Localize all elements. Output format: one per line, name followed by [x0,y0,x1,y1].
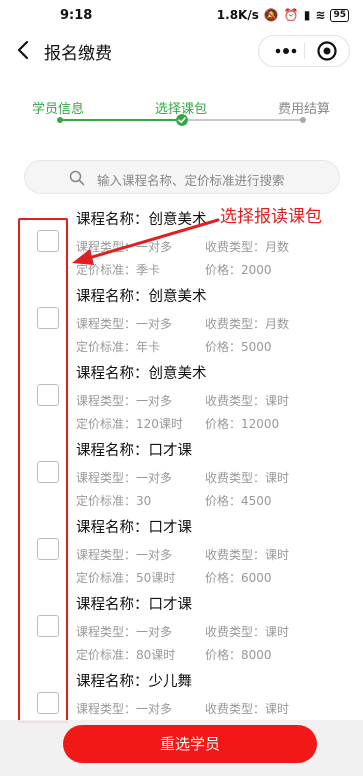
annotation-highlight-box [18,218,68,723]
step-3-dot [300,117,306,123]
reselect-student-button[interactable]: 重选学员 [63,725,317,763]
pricing-standard: 定价标准：80课时 [76,648,176,662]
fee-type: 收费类型：课时 [205,394,290,408]
status-icons: 1.8K/s 🔕 ⏰ ▮ ≋ 95 [217,8,349,22]
bottom-bar: 重选学员 [0,720,363,776]
annotation-text: 选择报读课包 [220,207,322,227]
fee-type: 收费类型：课时 [205,471,290,485]
course-name: 课程名称：口才课 [76,520,192,536]
check-icon [176,114,188,126]
fee-type: 收费类型：课时 [205,625,290,639]
fee-type: 收费类型：月数 [205,317,290,331]
course-type: 课程类型：一对多 [76,625,173,639]
search-input[interactable]: 输入课程名称、定价标准进行搜索 [24,160,340,194]
course-name: 课程名称：口才课 [76,443,192,459]
more-icon[interactable] [271,42,301,60]
step-line-pending [188,119,302,121]
wifi-icon: ≋ [315,8,326,22]
course-type: 课程类型：一对多 [76,471,173,485]
close-target-icon[interactable] [316,40,338,62]
capsule-divider [304,43,305,59]
search-icon [69,170,85,186]
pricing-standard: 定价标准：120课时 [76,417,183,431]
pricing-standard: 定价标准：年卡 [76,340,161,354]
price: 价格：5000 [205,340,272,354]
nav-bar: 报名缴费 [0,30,363,72]
course-name: 课程名称：创意美术 [76,289,207,305]
network-speed: 1.8K/s [216,8,259,22]
step-3-label: 费用结算 [278,102,331,117]
course-type: 课程类型：一对多 [76,317,173,331]
status-bar: 9:18 1.8K/s 🔕 ⏰ ▮ ≋ 95 [0,0,363,30]
course-name: 课程名称：口才课 [76,597,192,613]
signal-icon: ▮ [303,8,311,22]
mute-icon: 🔕 [263,8,279,22]
battery-icon: 95 [330,8,349,22]
price: 价格：8000 [205,648,272,662]
page-title: 报名缴费 [44,44,112,64]
fee-type: 收费类型：课时 [205,702,290,716]
step-indicator: 学员信息 选择课包 费用结算 [0,92,363,132]
pricing-standard: 定价标准：50课时 [76,571,176,585]
price: 价格：6000 [205,571,272,585]
alarm-icon: ⏰ [283,8,299,22]
fee-type: 收费类型：课时 [205,548,290,562]
mini-program-capsule [258,35,350,67]
annotation-arrow-icon [72,218,220,265]
step-line-done [62,119,176,121]
price: 价格：4500 [205,494,272,508]
price: 价格：12000 [205,417,280,431]
course-type: 课程类型：一对多 [76,548,173,562]
course-name: 课程名称：创意美术 [76,366,207,382]
search-placeholder: 输入课程名称、定价标准进行搜索 [97,173,285,188]
course-type: 课程类型：一对多 [76,702,173,716]
step-1-label: 学员信息 [32,102,85,117]
status-time: 9:18 [60,8,93,23]
course-type: 课程类型：一对多 [76,394,173,408]
back-arrow-icon[interactable] [12,38,36,62]
step-1-dot [57,117,63,123]
pricing-standard: 定价标准：30 [76,494,152,508]
course-name: 课程名称：少儿舞 [76,674,192,690]
